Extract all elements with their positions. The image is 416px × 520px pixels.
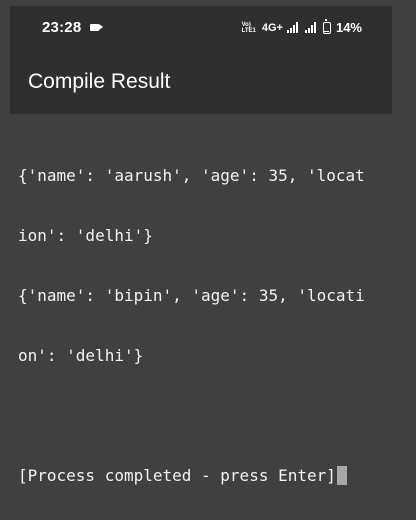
- terminal-output[interactable]: {'name': 'aarush', 'age': 35, 'locat ion…: [18, 126, 388, 520]
- process-completed-text: [Process completed - press Enter]: [18, 466, 336, 485]
- app-bar: Compile Result: [10, 52, 392, 114]
- signal-icon-sim2: [304, 22, 316, 33]
- terminal-line: {'name': 'bipin', 'age': 35, 'locati: [18, 286, 365, 305]
- signal-icon: [286, 22, 298, 33]
- terminal-line: {'name': 'aarush', 'age': 35, 'locat: [18, 166, 365, 185]
- battery-fill: [324, 31, 330, 32]
- status-indicators: Vo) LTE1 4G+ 14%: [242, 19, 362, 35]
- page-title: Compile Result: [28, 70, 171, 93]
- status-time: 23:28: [42, 19, 82, 36]
- terminal-line: ion': 'delhi'}: [18, 226, 153, 245]
- status-bar: 23:28 Vo) LTE1 4G+ 14%: [10, 6, 392, 52]
- screen: 23:28 Vo) LTE1 4G+ 14% Compile Result {'…: [0, 0, 416, 520]
- volte-icon: Vo) LTE1: [242, 22, 256, 34]
- network-type-label: 4G+: [261, 21, 283, 34]
- terminal-prompt-line: [Process completed - press Enter]: [18, 466, 388, 486]
- text-cursor: [336, 466, 347, 485]
- video-icon: [90, 24, 99, 31]
- battery-percent: 14%: [335, 20, 362, 35]
- terminal-line: on': 'delhi'}: [18, 346, 144, 365]
- battery-icon: [322, 19, 331, 34]
- volte-bottom-label: LTE1: [241, 27, 256, 34]
